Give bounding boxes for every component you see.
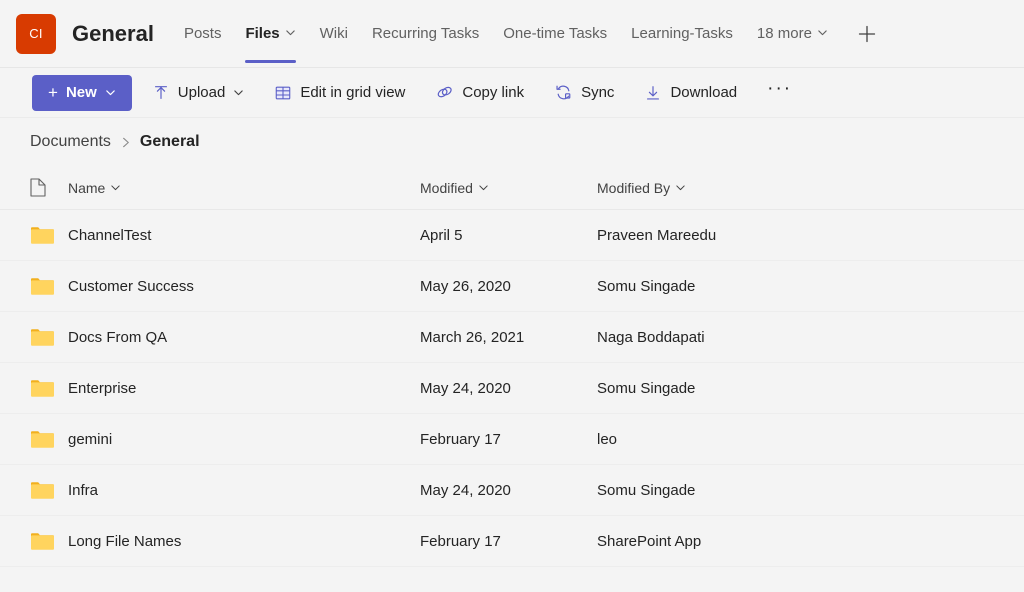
tab-files[interactable]: Files [233, 0, 307, 67]
sync-button[interactable]: Sync [544, 75, 624, 111]
column-header-icon[interactable] [30, 178, 68, 197]
tab-posts[interactable]: Posts [172, 0, 234, 67]
file-list-header: Name Modified Modified By [0, 166, 1024, 210]
table-row[interactable]: Customer SuccessMay 26, 2020Somu Singade [0, 261, 1024, 312]
tab-learning-tasks[interactable]: Learning-Tasks [619, 0, 745, 67]
tab-label: Files [245, 25, 279, 42]
tab-recurring-tasks[interactable]: Recurring Tasks [360, 0, 491, 67]
file-modified-date: May 24, 2020 [420, 482, 597, 499]
command-label: Sync [581, 84, 614, 101]
new-button-label: New [66, 84, 97, 101]
folder-icon [30, 480, 68, 501]
command-label: Download [670, 84, 737, 101]
file-modified-by: Somu Singade [597, 482, 1024, 499]
command-label: Edit in grid view [300, 84, 405, 101]
edit-in-grid-view-button[interactable]: Edit in grid view [264, 75, 415, 111]
folder-icon [30, 327, 68, 348]
file-list: Name Modified Modified By ChannelTestApr… [0, 166, 1024, 567]
folder-icon [30, 531, 68, 552]
file-modified-date: March 26, 2021 [420, 329, 597, 346]
tab-label: Recurring Tasks [372, 25, 479, 42]
file-modified-by: Naga Boddapati [597, 329, 1024, 346]
column-header-modified-by-label: Modified By [597, 180, 670, 196]
chevron-down-icon [105, 87, 116, 98]
new-button[interactable]: + New [32, 75, 132, 111]
tab-label: One-time Tasks [503, 25, 607, 42]
file-name-link[interactable]: Infra [68, 482, 420, 499]
breadcrumb-separator-icon [119, 136, 132, 149]
chevron-down-icon [285, 27, 296, 38]
file-modified-by: Somu Singade [597, 278, 1024, 295]
file-modified-date: May 26, 2020 [420, 278, 597, 295]
tab-wiki[interactable]: Wiki [308, 0, 360, 67]
file-name-link[interactable]: ChannelTest [68, 227, 420, 244]
file-modified-date: April 5 [420, 227, 597, 244]
column-header-name-label: Name [68, 180, 105, 196]
column-header-modified[interactable]: Modified [420, 180, 597, 196]
channel-title: General [72, 21, 154, 47]
sync-icon [554, 83, 573, 102]
folder-icon [30, 378, 68, 399]
command-toolbar: + New Upload Edit in grid view Copy link Sy… [0, 68, 1024, 118]
plus-icon: + [48, 84, 58, 101]
command-label: Upload [178, 84, 226, 101]
breadcrumb: Documents General [0, 118, 1024, 166]
team-avatar: CI [16, 14, 56, 54]
active-tab-indicator [245, 60, 295, 63]
file-modified-by: Somu Singade [597, 380, 1024, 397]
chevron-down-icon [817, 27, 828, 38]
document-icon [30, 178, 46, 197]
tab-label: Learning-Tasks [631, 25, 733, 42]
table-row[interactable]: EnterpriseMay 24, 2020Somu Singade [0, 363, 1024, 414]
file-modified-date: May 24, 2020 [420, 380, 597, 397]
chevron-down-icon [110, 182, 121, 193]
upload-button[interactable]: Upload [142, 75, 255, 111]
add-tab-button[interactable] [850, 17, 884, 51]
toolbar-commands: Upload Edit in grid view Copy link Sync Down… [132, 75, 747, 111]
download-icon [644, 84, 662, 102]
column-header-modified-by[interactable]: Modified By [597, 180, 1024, 196]
table-row[interactable]: Docs From QAMarch 26, 2021Naga Boddapati [0, 312, 1024, 363]
grid-icon [274, 84, 292, 102]
tab-one-time-tasks[interactable]: One-time Tasks [491, 0, 619, 67]
file-modified-by: SharePoint App [597, 533, 1024, 550]
tab-18-more[interactable]: 18 more [745, 0, 840, 67]
file-name-link[interactable]: Customer Success [68, 278, 420, 295]
table-row[interactable]: ChannelTestApril 5Praveen Mareedu [0, 210, 1024, 261]
table-row[interactable]: InfraMay 24, 2020Somu Singade [0, 465, 1024, 516]
chevron-down-icon [675, 182, 686, 193]
column-header-name[interactable]: Name [68, 180, 420, 196]
file-list-body: ChannelTestApril 5Praveen MareeduCustome… [0, 210, 1024, 567]
file-modified-by: leo [597, 431, 1024, 448]
table-row[interactable]: geminiFebruary 17leo [0, 414, 1024, 465]
chevron-down-icon [478, 182, 489, 193]
command-label: Copy link [462, 84, 524, 101]
file-modified-by: Praveen Mareedu [597, 227, 1024, 244]
upload-icon [152, 84, 170, 102]
folder-icon [30, 225, 68, 246]
breadcrumb-item-documents[interactable]: Documents [30, 133, 111, 151]
breadcrumb-item-general: General [140, 133, 200, 151]
file-name-link[interactable]: gemini [68, 431, 420, 448]
file-modified-date: February 17 [420, 431, 597, 448]
table-row[interactable]: Long File NamesFebruary 17SharePoint App [0, 516, 1024, 567]
folder-icon [30, 276, 68, 297]
folder-icon [30, 429, 68, 450]
tab-strip: Posts Files Wiki Recurring Tasks One-time Ta… [172, 0, 840, 67]
plus-icon [856, 23, 878, 45]
more-commands-button[interactable]: ··· [757, 71, 802, 115]
column-header-modified-label: Modified [420, 180, 473, 196]
file-modified-date: February 17 [420, 533, 597, 550]
tab-label: 18 more [757, 25, 812, 42]
link-icon [435, 83, 454, 102]
file-name-link[interactable]: Docs From QA [68, 329, 420, 346]
download-button[interactable]: Download [634, 75, 747, 111]
tab-label: Wiki [320, 25, 348, 42]
channel-header: CI General Posts Files Wiki Recurring Tasks… [0, 0, 1024, 68]
tab-label: Posts [184, 25, 222, 42]
file-name-link[interactable]: Long File Names [68, 533, 420, 550]
copy-link-button[interactable]: Copy link [425, 75, 534, 111]
file-name-link[interactable]: Enterprise [68, 380, 420, 397]
chevron-down-icon [233, 87, 244, 98]
